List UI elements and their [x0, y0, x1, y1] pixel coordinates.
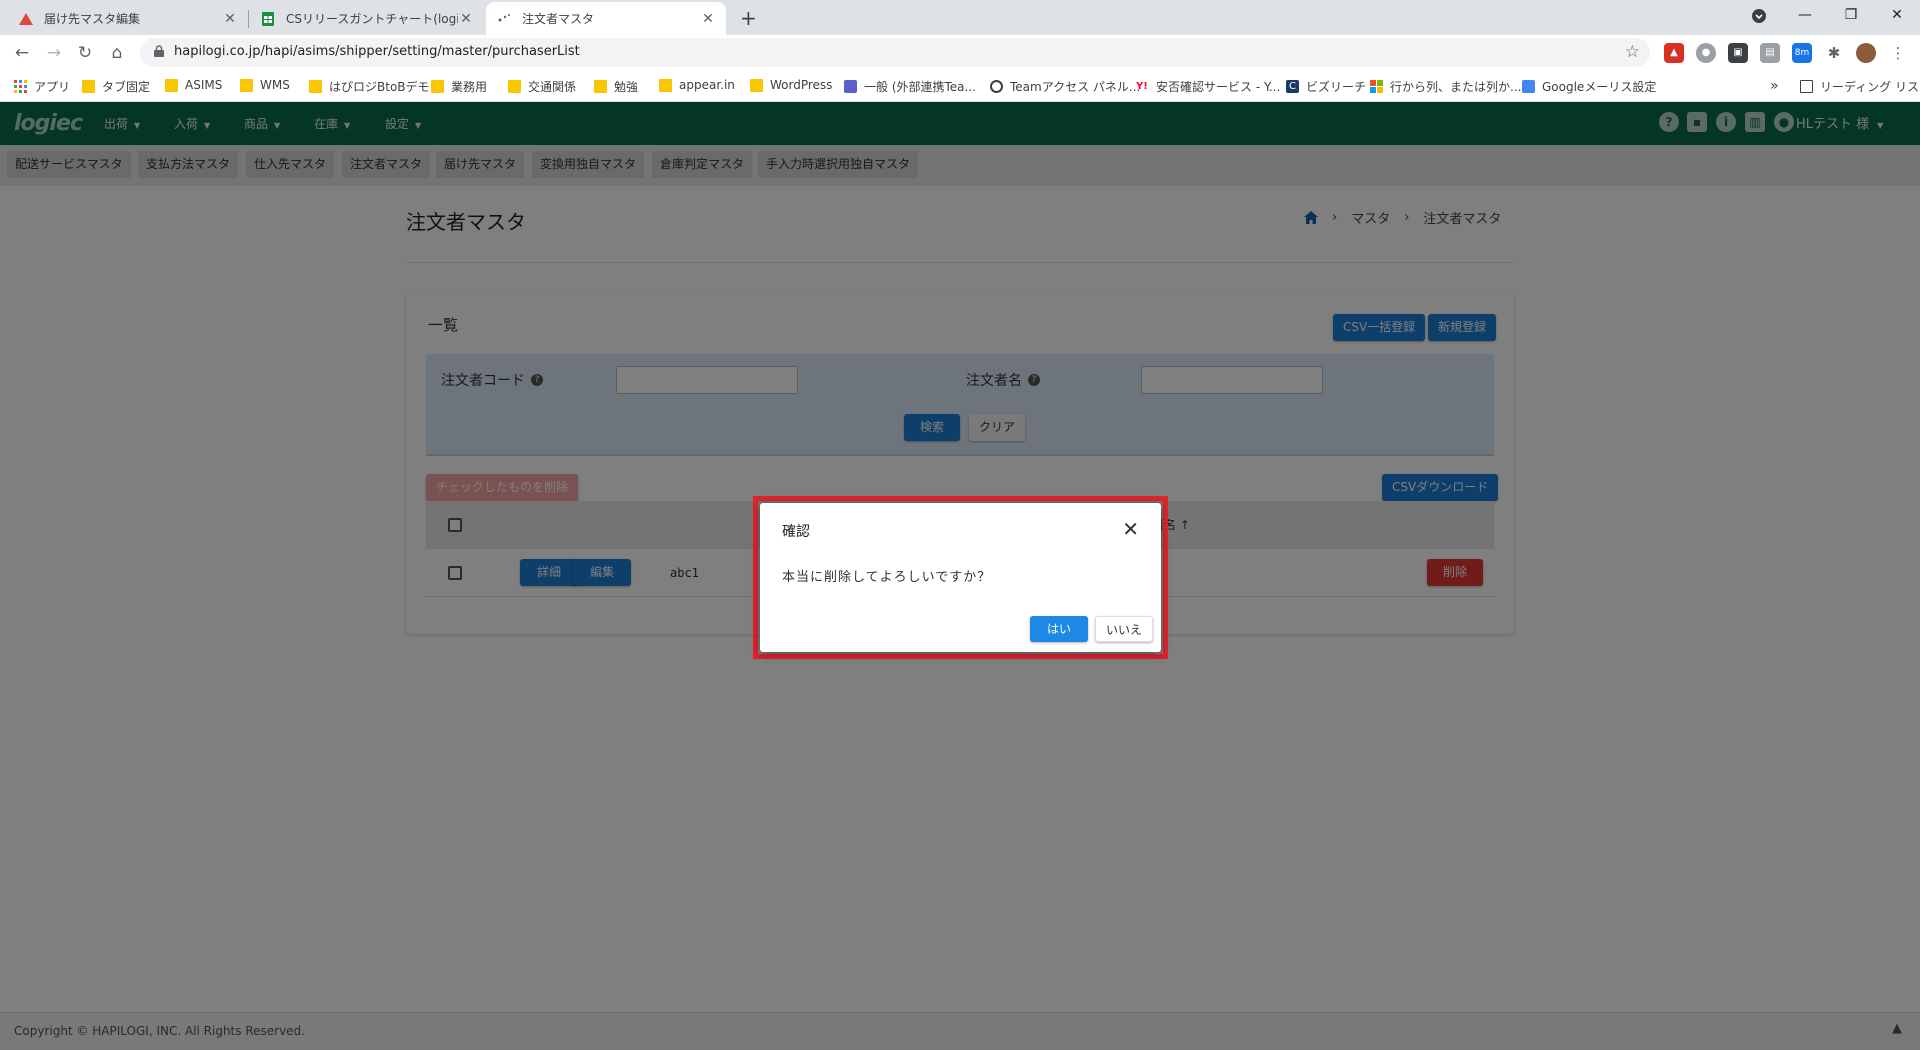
- bookmark-folder[interactable]: WordPress: [750, 78, 832, 92]
- close-tab-icon[interactable]: ✕: [458, 11, 474, 27]
- globe-icon: [990, 80, 1003, 93]
- folder-icon: [165, 78, 178, 92]
- bookmarks-bar: アプリ タブ固定 ASIMS WMS はぴロジBtoBデモ 業務用 交通関係 勉…: [0, 70, 1920, 102]
- reload-icon[interactable]: ↻: [74, 42, 96, 64]
- folder-icon: [309, 80, 322, 93]
- restore-icon[interactable]: ❐: [1828, 0, 1874, 32]
- address-bar[interactable]: hapilogi.co.jp/hapi/asims/shipper/settin…: [140, 38, 1650, 67]
- folder-icon: [750, 78, 763, 92]
- browser-tab-title: 注文者マスタ: [522, 12, 595, 26]
- bookmark-label: 交通関係: [528, 80, 577, 94]
- folder-icon: [82, 80, 95, 93]
- pdf-extension-icon[interactable]: ▲: [1664, 43, 1684, 63]
- tab-search-icon[interactable]: [1736, 0, 1782, 32]
- close-window-icon[interactable]: ✕: [1874, 0, 1920, 32]
- bookmark-apps[interactable]: アプリ: [14, 78, 70, 95]
- bookmark-link[interactable]: 行から列、または列か...: [1370, 78, 1521, 95]
- bookmark-folder[interactable]: 交通関係: [508, 78, 576, 95]
- profile-avatar-icon[interactable]: [1856, 43, 1876, 63]
- timer-extension-icon[interactable]: 8m: [1792, 43, 1812, 63]
- bizreach-icon: C: [1286, 80, 1299, 93]
- close-icon[interactable]: ✕: [1122, 517, 1139, 541]
- bookmark-link[interactable]: Y! 安否確認サービス - Y...: [1136, 78, 1280, 95]
- bookmark-link[interactable]: 一般 (外部連携Tea...: [844, 78, 976, 95]
- bookmark-label: 安否確認サービス - Y...: [1156, 80, 1281, 94]
- folder-icon: [240, 78, 253, 92]
- folder-icon: [431, 80, 444, 93]
- yes-button[interactable]: はい: [1030, 616, 1088, 642]
- loading-icon: [498, 13, 510, 21]
- bookmark-label: ビズリーチ: [1306, 80, 1367, 94]
- reading-list-icon: [1800, 80, 1813, 93]
- close-tab-icon[interactable]: ✕: [222, 11, 238, 27]
- bookmark-label: 業務用: [451, 80, 488, 94]
- back-icon[interactable]: ←: [11, 42, 33, 64]
- bookmark-link[interactable]: C ビズリーチ: [1286, 78, 1366, 95]
- bookmark-label: 一般 (外部連携Tea...: [864, 80, 976, 94]
- reading-list-label: リーディング リスト: [1820, 80, 1920, 94]
- bookmark-label: はぴロジBtoBデモ: [329, 80, 430, 94]
- folder-icon: [659, 78, 672, 92]
- bookmark-label: appear.in: [679, 78, 735, 92]
- bookmark-label: Googleメーリス設定: [1542, 80, 1657, 94]
- browser-tab-active[interactable]: 注文者マスタ ✕: [486, 2, 726, 35]
- bookmark-label: 勉強: [614, 80, 639, 94]
- bookmark-label: WMS: [260, 78, 290, 92]
- dialog-message: 本当に削除してよろしいですか？: [782, 570, 992, 585]
- browser-menu-icon[interactable]: ⋮: [1888, 43, 1908, 63]
- bookmark-folder[interactable]: appear.in: [659, 78, 735, 92]
- extension-icon[interactable]: ▣: [1728, 43, 1748, 63]
- home-icon[interactable]: ⌂: [106, 42, 128, 64]
- chat-extension-icon[interactable]: ●: [1696, 43, 1716, 63]
- folder-icon: [508, 80, 521, 93]
- browser-tab-strip: 届け先マスタ編集 ✕ CSリリースガントチャート(logiec) - Go ✕ …: [0, 0, 1920, 35]
- apps-grid-icon: [14, 80, 27, 93]
- bookmark-link[interactable]: Googleメーリス設定: [1522, 78, 1656, 95]
- confirm-dialog: 確認 ✕ 本当に削除してよろしいですか？ はい いいえ: [760, 503, 1161, 652]
- bookmark-label: アプリ: [34, 80, 71, 94]
- tab-separator: [248, 10, 249, 28]
- bookmark-label: Teamアクセス パネル...: [1010, 80, 1141, 94]
- bookmark-label: ASIMS: [185, 78, 223, 92]
- bookmark-folder[interactable]: WMS: [240, 78, 290, 92]
- browser-tab-title: CSリリースガントチャート(logiec) - Go: [286, 12, 458, 26]
- browser-tab-title: 届け先マスタ編集: [44, 12, 141, 26]
- browser-toolbar: ← → ↻ ⌂ hapilogi.co.jp/hapi/asims/shippe…: [0, 35, 1920, 70]
- bookmark-folder[interactable]: タブ固定: [82, 78, 150, 95]
- browser-tab[interactable]: 届け先マスタ編集 ✕: [8, 2, 248, 35]
- yahoo-icon: Y!: [1136, 81, 1148, 92]
- comment-extension-icon[interactable]: ▤: [1760, 43, 1780, 63]
- bookmark-folder[interactable]: ASIMS: [165, 78, 222, 92]
- more-bookmarks-icon[interactable]: »: [1770, 78, 1779, 94]
- no-button[interactable]: いいえ: [1095, 616, 1153, 642]
- bookmark-label: WordPress: [770, 78, 833, 92]
- forward-icon[interactable]: →: [43, 42, 65, 64]
- minimize-icon[interactable]: —: [1782, 0, 1828, 32]
- microsoft-icon: [1370, 80, 1383, 93]
- bookmark-label: 行から列、または列か...: [1390, 80, 1522, 94]
- teams-icon: [844, 80, 857, 93]
- app-favicon-icon: [19, 12, 33, 25]
- lock-icon: [154, 45, 164, 57]
- new-tab-button[interactable]: +: [740, 6, 757, 30]
- bookmark-link[interactable]: Teamアクセス パネル...: [990, 78, 1140, 95]
- bookmark-folder[interactable]: 業務用: [431, 78, 487, 95]
- bookmark-folder[interactable]: はぴロジBtoBデモ: [309, 78, 430, 95]
- bookmark-star-icon[interactable]: ☆: [1625, 42, 1640, 62]
- bookmark-folder[interactable]: 勉強: [594, 78, 638, 95]
- puzzle-extensions-icon[interactable]: ✱: [1824, 43, 1844, 63]
- google-icon: [1522, 80, 1535, 93]
- folder-icon: [594, 80, 607, 93]
- bookmark-label: タブ固定: [102, 80, 151, 94]
- browser-tab[interactable]: CSリリースガントチャート(logiec) - Go ✕: [250, 2, 484, 35]
- close-tab-icon[interactable]: ✕: [700, 11, 716, 27]
- dialog-title: 確認: [782, 524, 810, 540]
- sheets-icon: [262, 11, 274, 26]
- url-text: hapilogi.co.jp/hapi/asims/shipper/settin…: [174, 44, 580, 59]
- reading-list[interactable]: リーディング リスト: [1800, 78, 1920, 95]
